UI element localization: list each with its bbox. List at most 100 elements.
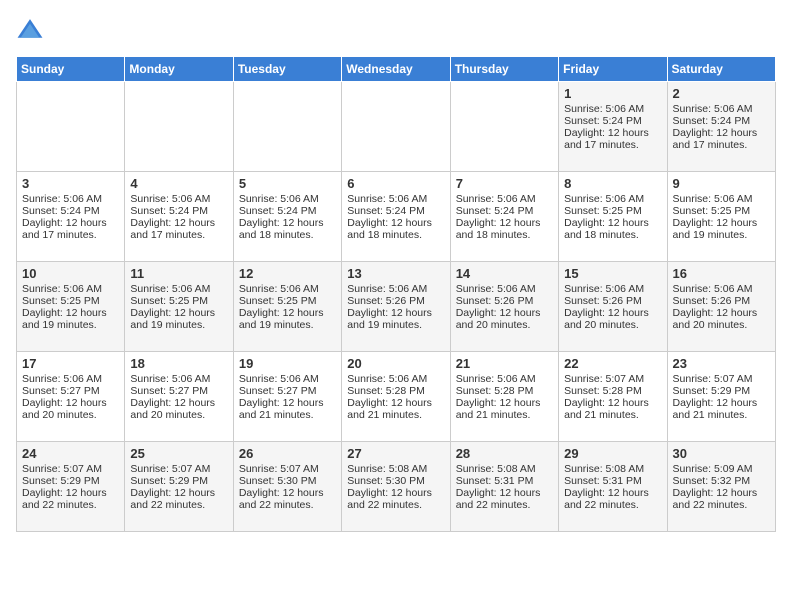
day-info-line: Sunrise: 5:06 AM [239, 283, 336, 295]
day-info-line: Sunrise: 5:07 AM [564, 373, 661, 385]
calendar-cell: 5Sunrise: 5:06 AMSunset: 5:24 PMDaylight… [233, 172, 341, 262]
calendar-cell: 23Sunrise: 5:07 AMSunset: 5:29 PMDayligh… [667, 352, 775, 442]
day-info-line: Sunrise: 5:06 AM [130, 373, 227, 385]
calendar-cell: 28Sunrise: 5:08 AMSunset: 5:31 PMDayligh… [450, 442, 558, 532]
calendar-cell: 20Sunrise: 5:06 AMSunset: 5:28 PMDayligh… [342, 352, 450, 442]
day-info-line: Sunset: 5:26 PM [564, 295, 661, 307]
calendar-cell: 13Sunrise: 5:06 AMSunset: 5:26 PMDayligh… [342, 262, 450, 352]
day-header-sunday: Sunday [17, 57, 125, 82]
day-info-line: Daylight: 12 hours and 20 minutes. [456, 307, 553, 331]
day-info-line: Sunset: 5:24 PM [673, 115, 770, 127]
day-info-line: Daylight: 12 hours and 19 minutes. [673, 217, 770, 241]
day-info-line: Sunset: 5:26 PM [673, 295, 770, 307]
day-info-line: Sunrise: 5:06 AM [347, 193, 444, 205]
day-info-line: Sunrise: 5:06 AM [130, 193, 227, 205]
day-info-line: Sunset: 5:24 PM [130, 205, 227, 217]
day-number: 28 [456, 446, 553, 461]
day-info-line: Daylight: 12 hours and 18 minutes. [239, 217, 336, 241]
calendar-cell: 27Sunrise: 5:08 AMSunset: 5:30 PMDayligh… [342, 442, 450, 532]
calendar-cell: 2Sunrise: 5:06 AMSunset: 5:24 PMDaylight… [667, 82, 775, 172]
day-info-line: Sunset: 5:27 PM [22, 385, 119, 397]
calendar-cell [17, 82, 125, 172]
logo-icon [16, 16, 44, 44]
day-info-line: Sunset: 5:28 PM [456, 385, 553, 397]
day-info-line: Sunset: 5:24 PM [239, 205, 336, 217]
day-info-line: Sunrise: 5:06 AM [130, 283, 227, 295]
day-info-line: Sunrise: 5:06 AM [564, 193, 661, 205]
day-info-line: Daylight: 12 hours and 17 minutes. [673, 127, 770, 151]
day-info-line: Sunset: 5:31 PM [456, 475, 553, 487]
calendar-cell [342, 82, 450, 172]
day-info-line: Sunrise: 5:06 AM [456, 373, 553, 385]
calendar-cell: 3Sunrise: 5:06 AMSunset: 5:24 PMDaylight… [17, 172, 125, 262]
day-number: 15 [564, 266, 661, 281]
day-info-line: Sunset: 5:25 PM [239, 295, 336, 307]
day-number: 12 [239, 266, 336, 281]
day-number: 23 [673, 356, 770, 371]
day-info-line: Sunrise: 5:06 AM [22, 373, 119, 385]
calendar-cell: 15Sunrise: 5:06 AMSunset: 5:26 PMDayligh… [559, 262, 667, 352]
day-number: 16 [673, 266, 770, 281]
day-info-line: Sunrise: 5:06 AM [239, 193, 336, 205]
day-info-line: Daylight: 12 hours and 21 minutes. [456, 397, 553, 421]
day-number: 1 [564, 86, 661, 101]
calendar-cell: 11Sunrise: 5:06 AMSunset: 5:25 PMDayligh… [125, 262, 233, 352]
calendar-cell [233, 82, 341, 172]
day-info-line: Daylight: 12 hours and 18 minutes. [564, 217, 661, 241]
day-info-line: Sunrise: 5:06 AM [673, 103, 770, 115]
calendar-cell: 9 Sunrise: 5:06 AMSunset: 5:25 PMDaylight… [667, 172, 775, 262]
week-row-2: 3Sunrise: 5:06 AMSunset: 5:24 PMDaylight… [17, 172, 776, 262]
day-info-line: Sunrise: 5:07 AM [22, 463, 119, 475]
day-info-line: Sunset: 5:32 PM [673, 475, 770, 487]
day-info-line: Sunrise: 5:06 AM [564, 103, 661, 115]
day-info-line: Sunset: 5:25 PM [564, 205, 661, 217]
day-info-line: Sunset: 5:27 PM [239, 385, 336, 397]
day-header-thursday: Thursday [450, 57, 558, 82]
day-number: 19 [239, 356, 336, 371]
day-info-line: Sunrise: 5:07 AM [239, 463, 336, 475]
day-info-line: Sunrise: 5:06 AM [673, 193, 770, 205]
day-info-line: Sunrise: 5:06 AM [456, 283, 553, 295]
day-info-line: Sunrise: 5:06 AM [564, 283, 661, 295]
day-number: 9 [673, 176, 770, 191]
page-header [16, 16, 776, 44]
day-info-line: Daylight: 12 hours and 21 minutes. [564, 397, 661, 421]
day-number: 29 [564, 446, 661, 461]
day-number: 7 [456, 176, 553, 191]
day-info-line: Sunset: 5:25 PM [673, 205, 770, 217]
week-row-4: 17Sunrise: 5:06 AMSunset: 5:27 PMDayligh… [17, 352, 776, 442]
day-info-line: Sunset: 5:27 PM [130, 385, 227, 397]
day-info-line: Daylight: 12 hours and 22 minutes. [130, 487, 227, 511]
calendar-cell: 22Sunrise: 5:07 AMSunset: 5:28 PMDayligh… [559, 352, 667, 442]
day-info-line: Sunrise: 5:06 AM [347, 283, 444, 295]
day-number: 10 [22, 266, 119, 281]
calendar-cell: 18Sunrise: 5:06 AMSunset: 5:27 PMDayligh… [125, 352, 233, 442]
day-info-line: Sunrise: 5:06 AM [456, 193, 553, 205]
day-number: 27 [347, 446, 444, 461]
day-info-line: Sunrise: 5:06 AM [22, 193, 119, 205]
calendar-cell: 25Sunrise: 5:07 AMSunset: 5:29 PMDayligh… [125, 442, 233, 532]
day-number: 17 [22, 356, 119, 371]
day-info-line: Daylight: 12 hours and 19 minutes. [347, 307, 444, 331]
day-info-line: Daylight: 12 hours and 20 minutes. [22, 397, 119, 421]
calendar-cell: 26Sunrise: 5:07 AMSunset: 5:30 PMDayligh… [233, 442, 341, 532]
day-info-line: Sunrise: 5:06 AM [673, 283, 770, 295]
day-info-line: Daylight: 12 hours and 22 minutes. [22, 487, 119, 511]
day-info-line: Daylight: 12 hours and 20 minutes. [673, 307, 770, 331]
day-info-line: Sunset: 5:24 PM [564, 115, 661, 127]
calendar-cell [125, 82, 233, 172]
day-info-line: Daylight: 12 hours and 19 minutes. [130, 307, 227, 331]
day-info-line: Sunset: 5:28 PM [564, 385, 661, 397]
calendar-cell: 24Sunrise: 5:07 AMSunset: 5:29 PMDayligh… [17, 442, 125, 532]
calendar-cell: 16 Sunrise: 5:06 AMSunset: 5:26 PMDayligh… [667, 262, 775, 352]
day-info-line: Daylight: 12 hours and 18 minutes. [347, 217, 444, 241]
day-info-line: Sunset: 5:24 PM [456, 205, 553, 217]
day-info-line: Sunset: 5:24 PM [347, 205, 444, 217]
day-info-line: Sunset: 5:30 PM [239, 475, 336, 487]
calendar-cell: 6Sunrise: 5:06 AMSunset: 5:24 PMDaylight… [342, 172, 450, 262]
week-row-1: 1Sunrise: 5:06 AMSunset: 5:24 PMDaylight… [17, 82, 776, 172]
day-number: 21 [456, 356, 553, 371]
day-number: 20 [347, 356, 444, 371]
calendar-cell: 7Sunrise: 5:06 AMSunset: 5:24 PMDaylight… [450, 172, 558, 262]
day-number: 25 [130, 446, 227, 461]
